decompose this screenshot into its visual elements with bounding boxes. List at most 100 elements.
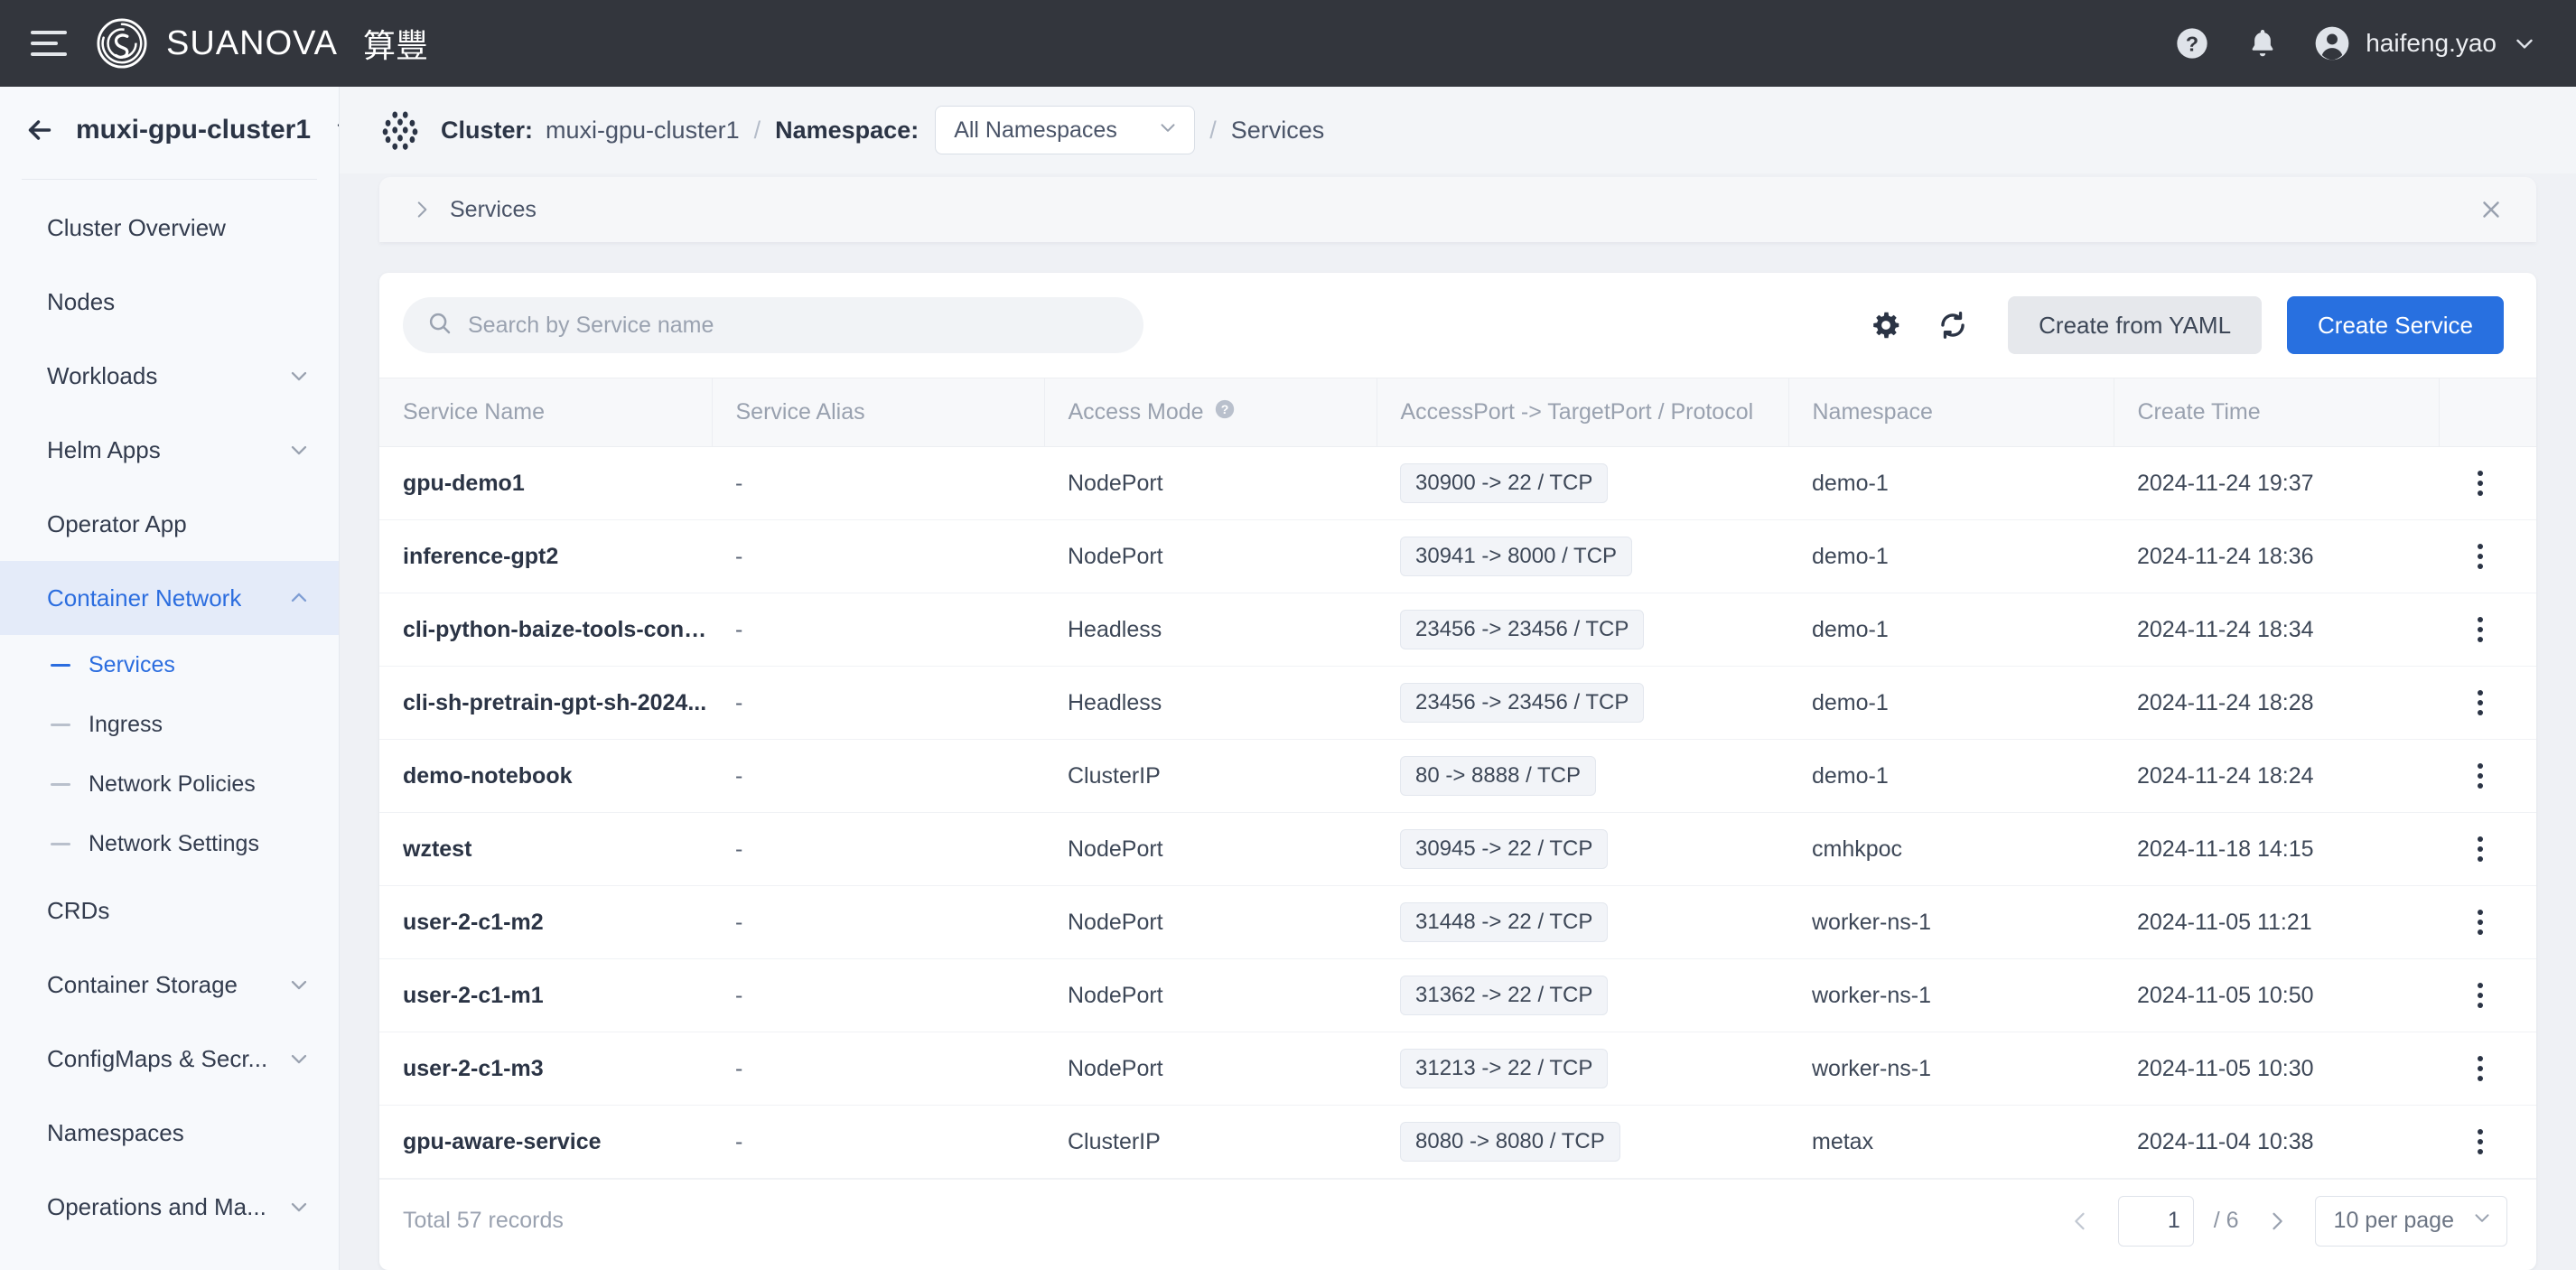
kebab-menu-icon[interactable] [2462,544,2498,569]
cell-service-name[interactable]: user-2-c1-m3 [379,1032,712,1106]
sidebar-item-helm-apps[interactable]: Helm Apps [0,413,339,487]
cell-namespace: demo-1 [1788,519,2114,593]
cell-service-name[interactable]: gpu-aware-service [379,1105,712,1179]
sidebar-item-network-settings[interactable]: Network Settings [0,814,339,873]
sidebar-cluster-name: muxi-gpu-cluster1 [76,115,312,145]
namespace-select[interactable]: All Namespaces [935,106,1196,154]
refresh-icon[interactable] [1932,304,1974,346]
table-header: Service Name Service Alias Access Mode ?… [379,378,2536,447]
cell-service-alias: - [712,739,1044,813]
sidebar-item-workloads[interactable]: Workloads [0,339,339,413]
table-row[interactable]: user-2-c1-m2 - NodePort 31448 -> 22 / TC… [379,885,2536,959]
kebab-menu-icon[interactable] [2462,1129,2498,1154]
column-label: AccessPort -> TargetPort / Protocol [1400,399,1754,425]
arrow-left-icon[interactable] [23,112,56,148]
cell-actions [2439,958,2536,1032]
table-row[interactable]: cli-python-baize-tools-conv... - Headles… [379,593,2536,667]
chevron-right-icon[interactable] [2259,1203,2295,1239]
table-row[interactable]: wztest - NodePort 30945 -> 22 / TCP cmhk… [379,812,2536,886]
column-create-time[interactable]: Create Time [2114,378,2440,447]
kebab-menu-icon[interactable] [2462,1056,2498,1081]
hamburger-icon[interactable] [31,23,70,63]
table-row[interactable]: user-2-c1-m3 - NodePort 31213 -> 22 / TC… [379,1032,2536,1106]
brand-logo-group: SUANOVA 算豐 [96,17,428,70]
chevron-down-icon [2516,39,2533,49]
sidebar-item-configmaps-secrets[interactable]: ConfigMaps & Secr... [0,1022,339,1096]
cell-create-time: 2024-11-24 18:24 [2114,739,2439,813]
column-accessport-targetport-protocol[interactable]: AccessPort -> TargetPort / Protocol [1377,378,1789,447]
tab-services[interactable]: Services [450,197,537,223]
cell-service-name[interactable]: user-2-c1-m1 [379,958,712,1032]
sidebar-item-operator-app[interactable]: Operator App [0,487,339,561]
column-service-alias[interactable]: Service Alias [712,378,1045,447]
gear-icon[interactable] [1865,304,1907,346]
kebab-menu-icon[interactable] [2462,471,2498,496]
cell-service-alias: - [712,446,1044,520]
help-circle-icon[interactable]: ? [2172,23,2212,63]
kebab-menu-icon[interactable] [2462,690,2498,715]
table-row[interactable]: gpu-aware-service - ClusterIP 8080 -> 80… [379,1105,2536,1179]
cell-service-name[interactable]: wztest [379,812,712,886]
search-input[interactable] [468,312,1120,339]
search-box[interactable] [403,297,1143,353]
cell-namespace: demo-1 [1788,666,2114,740]
column-access-mode[interactable]: Access Mode ? [1044,378,1377,447]
table-row[interactable]: demo-notebook - ClusterIP 80 -> 8888 / T… [379,739,2536,813]
avatar [2315,26,2349,61]
suanova-logo-icon [97,18,147,69]
cell-service-name[interactable]: demo-notebook [379,739,712,813]
sidebar-item-container-storage[interactable]: Container Storage [0,948,339,1022]
app-body: muxi-gpu-cluster1 Cluster Overview Nodes [0,87,2576,1270]
create-service-button[interactable]: Create Service [2287,296,2504,354]
cell-access-mode: Headless [1044,666,1377,740]
table-row[interactable]: inference-gpt2 - NodePort 30941 -> 8000 … [379,519,2536,593]
sidebar-item-cluster-overview[interactable]: Cluster Overview [0,191,339,265]
port-badge: 30941 -> 8000 / TCP [1400,537,1633,576]
search-icon [426,310,453,341]
cell-service-name[interactable]: gpu-demo1 [379,446,712,520]
cell-service-name[interactable]: cli-python-baize-tools-conv... [379,593,712,667]
sidebar-item-network-policies[interactable]: Network Policies [0,754,339,814]
page-number-input[interactable]: 1 [2117,1195,2194,1247]
close-icon[interactable] [2473,191,2509,228]
cell-port: 23456 -> 23456 / TCP [1377,593,1788,667]
table-row[interactable]: user-2-c1-m1 - NodePort 31362 -> 22 / TC… [379,958,2536,1032]
kebab-menu-icon[interactable] [2462,763,2498,789]
sidebar-item-nodes[interactable]: Nodes [0,265,339,339]
sidebar-item-namespaces[interactable]: Namespaces [0,1096,339,1170]
page-size-select[interactable]: 10 per page [2314,1195,2507,1247]
sidebar-item-services[interactable]: Services [0,635,339,695]
kebab-menu-icon[interactable] [2462,617,2498,642]
cell-service-name[interactable]: user-2-c1-m2 [379,885,712,959]
help-circle-icon[interactable]: ? [1213,397,1237,427]
sidebar-item-label: Namespaces [47,1118,184,1146]
sidebar-item-label: Operator App [47,509,187,537]
table-row[interactable]: cli-sh-pretrain-gpt-sh-2024... - Headles… [379,666,2536,740]
create-from-yaml-button[interactable]: Create from YAML [2008,296,2263,354]
kebab-menu-icon[interactable] [2462,983,2498,1008]
column-service-name[interactable]: Service Name [379,378,713,447]
chevron-right-icon[interactable] [410,198,437,221]
user-menu[interactable]: haifeng.yao [2313,24,2538,62]
breadcrumb-cluster-value[interactable]: muxi-gpu-cluster1 [546,117,740,145]
cell-access-mode: NodePort [1044,519,1377,593]
cell-service-name[interactable]: cli-sh-pretrain-gpt-sh-2024... [379,666,712,740]
cell-service-name[interactable]: inference-gpt2 [379,519,712,593]
bell-icon[interactable] [2243,23,2282,63]
kebab-menu-icon[interactable] [2462,836,2498,862]
chevron-left-icon[interactable] [2062,1203,2098,1239]
table-row[interactable]: gpu-demo1 - NodePort 30900 -> 22 / TCP d… [379,446,2536,520]
sidebar-item-container-network[interactable]: Container Network [0,561,339,635]
sidebar-item-ingress[interactable]: Ingress [0,695,339,754]
column-namespace[interactable]: Namespace [1788,378,2114,447]
sidebar-item-operations-and-maintenance[interactable]: Operations and Ma... [0,1170,339,1244]
tab-strip: Services [379,177,2536,242]
cell-port: 80 -> 8888 / TCP [1377,739,1788,813]
main-content: Cluster: muxi-gpu-cluster1 / Namespace: … [340,87,2576,1270]
cell-namespace: demo-1 [1788,446,2114,520]
cell-actions [2439,1032,2536,1106]
cell-namespace: cmhkpoc [1788,812,2114,886]
cell-port: 30900 -> 22 / TCP [1377,446,1788,520]
kebab-menu-icon[interactable] [2462,910,2498,935]
sidebar-item-crds[interactable]: CRDs [0,873,339,948]
